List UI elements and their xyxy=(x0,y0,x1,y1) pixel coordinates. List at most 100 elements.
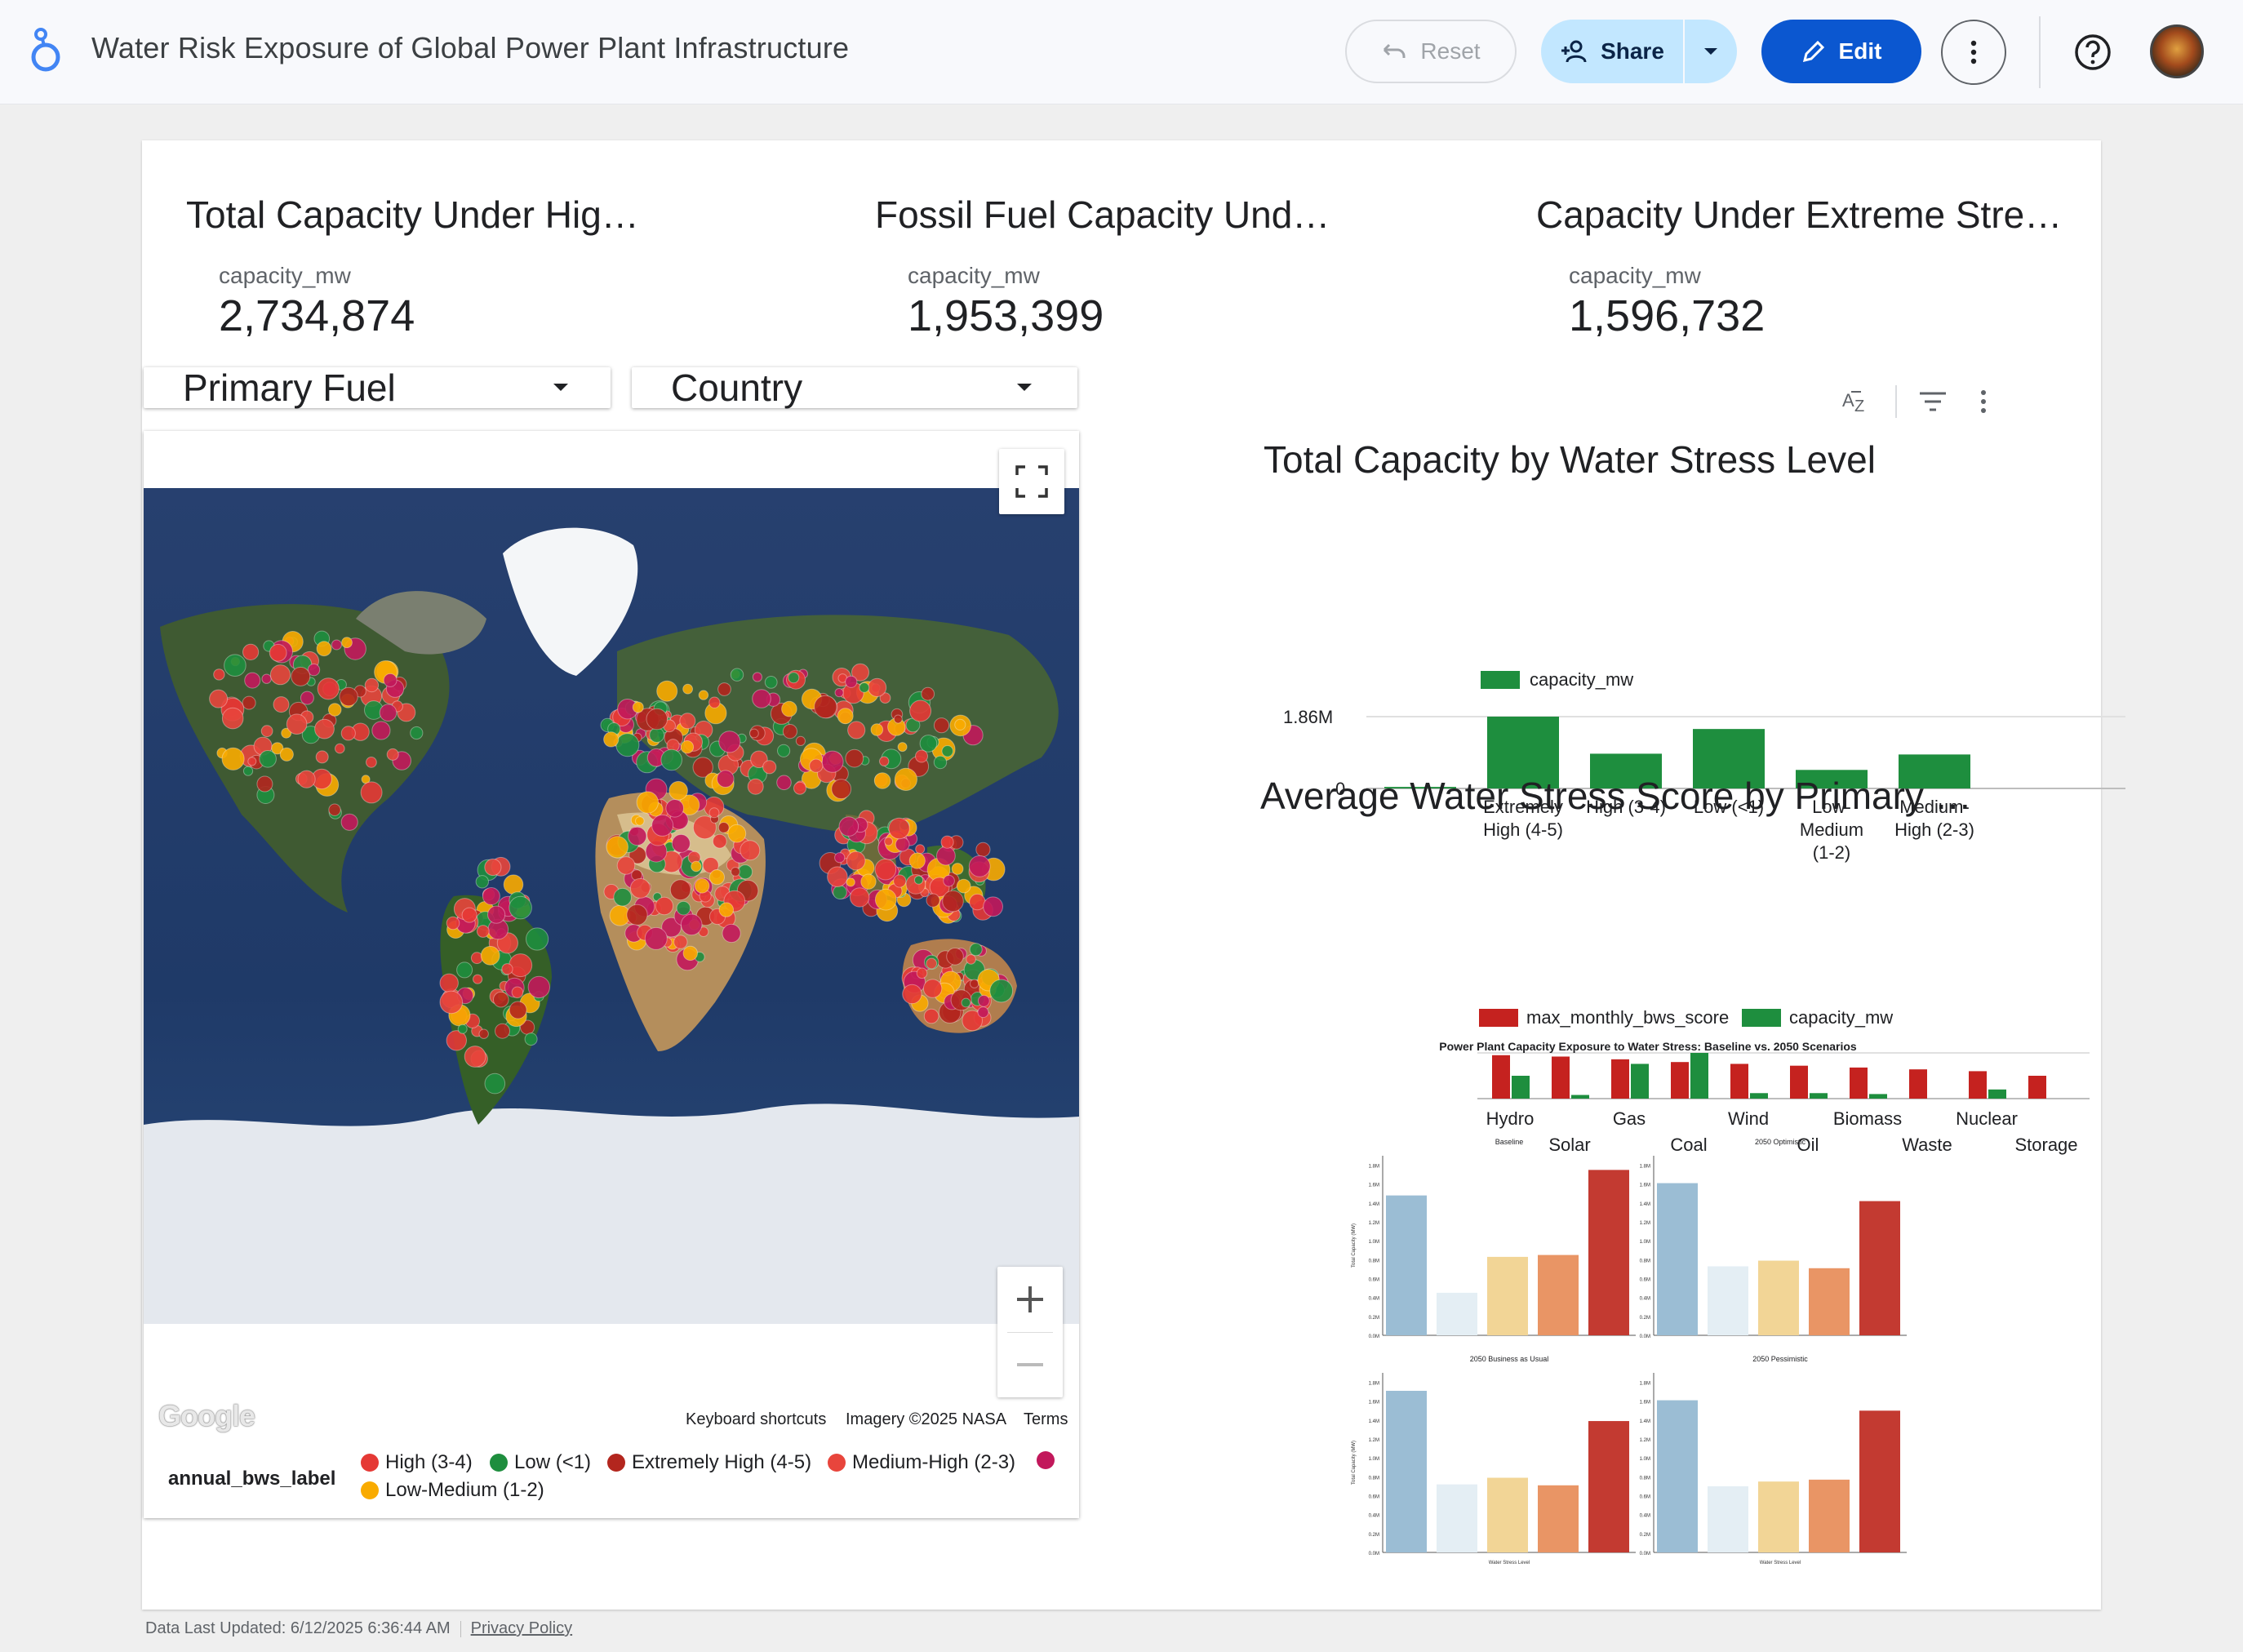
map-bubble xyxy=(340,813,358,831)
y-tick-label: 0.4M xyxy=(1640,1514,1650,1519)
x-tick-label: Medium xyxy=(1800,819,1863,840)
scenario-bar xyxy=(1657,1400,1698,1552)
satellite-map-view[interactable] xyxy=(144,488,1079,1324)
legend-item-low[interactable]: Low (<1) xyxy=(490,1451,591,1474)
map-bubble xyxy=(884,837,894,846)
map-bubble xyxy=(493,991,509,1008)
map-bubble xyxy=(273,696,290,713)
legend-item-medium-high[interactable]: Medium-High (2-3) xyxy=(828,1451,1015,1474)
map-bubble xyxy=(893,874,907,888)
map-bubble xyxy=(635,816,645,826)
primary-fuel-filter-label: Primary Fuel xyxy=(183,366,396,409)
map-bubble xyxy=(259,750,277,768)
map-bubble xyxy=(831,779,852,800)
more-options-button[interactable] xyxy=(1941,20,2006,85)
map-bubble xyxy=(708,696,721,708)
map-bubble xyxy=(478,1028,489,1039)
map-bubble xyxy=(482,887,500,905)
map-bubble xyxy=(956,878,971,894)
map-bubble xyxy=(509,953,533,978)
map-bubble xyxy=(649,727,665,744)
bubble-map[interactable]: Google Keyboard shortcuts Imagery ©2025 … xyxy=(144,431,1079,1518)
kpi-extreme-stress-capacity[interactable]: Capacity Under Extreme Stre… capacity_mw… xyxy=(1536,193,2062,340)
reset-button[interactable]: Reset xyxy=(1345,20,1517,83)
keyboard-shortcuts-link[interactable]: Keyboard shortcuts xyxy=(686,1410,826,1429)
legend-label: capacity_mw xyxy=(1789,1007,1893,1028)
y-tick-label: 1.6M xyxy=(1640,1401,1650,1406)
map-bubble xyxy=(480,945,500,966)
map-bubble xyxy=(327,703,342,717)
y-tick-label: 0.6M xyxy=(1369,1278,1379,1283)
kpi-total-capacity[interactable]: Total Capacity Under Hig… capacity_mw 2,… xyxy=(186,193,639,340)
chart-more-icon[interactable] xyxy=(1979,389,1988,415)
stress-level-bar-chart[interactable]: capacity_mw1.86M0ExtremelyHigh (4-5)High… xyxy=(1252,513,2150,872)
y-tick-label: 1.2M xyxy=(1369,1221,1379,1226)
map-bubble xyxy=(747,778,764,795)
map-bubble xyxy=(341,637,353,649)
map-bubble xyxy=(874,888,897,911)
legend-item-high[interactable]: High (3-4) xyxy=(361,1451,473,1474)
toolbar-divider xyxy=(2039,16,2041,88)
map-bubble xyxy=(457,1024,468,1034)
map-bubble xyxy=(954,718,966,731)
map-bubble xyxy=(364,677,380,693)
map-bubble xyxy=(698,690,709,700)
map-bubble xyxy=(526,927,549,951)
terms-link[interactable]: Terms xyxy=(1024,1410,1068,1429)
scenario-comparison-chart[interactable]: Baseline 0.0M 0.2M 0.4M 0.6M 0.8M 1.0M 1.2M 1.4M… xyxy=(1337,1107,2072,1652)
map-bubble xyxy=(923,1008,939,1024)
primary-fuel-filter[interactable]: Primary Fuel xyxy=(144,366,611,409)
report-title[interactable]: Water Risk Exposure of Global Power Plan… xyxy=(91,31,849,65)
map-bubble xyxy=(942,890,964,913)
legend-label: Low (<1) xyxy=(514,1451,592,1473)
scenario-bar xyxy=(1708,1266,1748,1335)
zoom-in-button[interactable] xyxy=(997,1267,1063,1332)
zoom-out-button[interactable] xyxy=(997,1332,1063,1397)
panel-title: 2050 Optimistic xyxy=(1755,1138,1806,1146)
y-axis-label: Total Capacity (MW) xyxy=(1352,1441,1357,1485)
share-options-button[interactable] xyxy=(1685,20,1737,83)
legend-dot xyxy=(490,1454,508,1472)
scenario-bar xyxy=(1487,1477,1528,1552)
user-avatar[interactable] xyxy=(2150,24,2204,78)
google-logo[interactable]: Google xyxy=(158,1399,255,1433)
legend-item-unlabeled[interactable] xyxy=(1037,1451,1055,1469)
bar-capacity xyxy=(1810,1093,1828,1099)
edit-button[interactable]: Edit xyxy=(1761,20,1921,83)
filter-icon[interactable] xyxy=(1918,389,1948,415)
map-bubble xyxy=(977,994,990,1007)
map-bubble xyxy=(933,755,948,770)
privacy-policy-link[interactable]: Privacy Policy xyxy=(471,1619,572,1638)
map-bubble xyxy=(446,916,460,930)
legend-swatch xyxy=(1742,1009,1781,1027)
y-tick-label: 1.6M xyxy=(1640,1183,1650,1188)
map-bubble xyxy=(209,689,229,708)
map-bubble xyxy=(921,686,935,701)
y-tick-label: 0.0M xyxy=(1640,1552,1650,1557)
map-bubble xyxy=(673,935,688,949)
map-bubble xyxy=(242,643,260,660)
fullscreen-button[interactable] xyxy=(999,449,1064,514)
kpi-fossil-fuel-capacity[interactable]: Fossil Fuel Capacity Und… capacity_mw 1,… xyxy=(875,193,1330,340)
legend-item-extremely-high[interactable]: Extremely High (4-5) xyxy=(607,1451,811,1474)
legend-item-low-medium[interactable]: Low-Medium (1-2) xyxy=(361,1479,544,1502)
map-bubble xyxy=(286,713,308,735)
map-bubble xyxy=(762,760,777,775)
x-axis-label: Water Stress Level xyxy=(1760,1561,1801,1565)
y-tick-label: 1.4M xyxy=(1640,1202,1650,1207)
map-bubble xyxy=(838,816,859,837)
share-button[interactable]: Share xyxy=(1541,20,1683,83)
map-bubble xyxy=(908,852,926,869)
map-bubble xyxy=(317,677,340,700)
y-tick-label: 1.2M xyxy=(1640,1438,1650,1443)
sort-az-icon[interactable]: A Z xyxy=(1840,385,1872,418)
help-icon[interactable] xyxy=(2072,31,2114,73)
country-filter[interactable]: Country xyxy=(632,366,1077,409)
y-tick-label: 1.4M xyxy=(1369,1419,1379,1424)
map-bubble xyxy=(834,852,846,864)
y-tick-label: 0.0M xyxy=(1369,1334,1379,1339)
map-bubble xyxy=(926,893,940,908)
map-bubble xyxy=(261,673,272,684)
legend-dot xyxy=(607,1454,625,1472)
looker-studio-logo-icon[interactable] xyxy=(29,28,62,73)
